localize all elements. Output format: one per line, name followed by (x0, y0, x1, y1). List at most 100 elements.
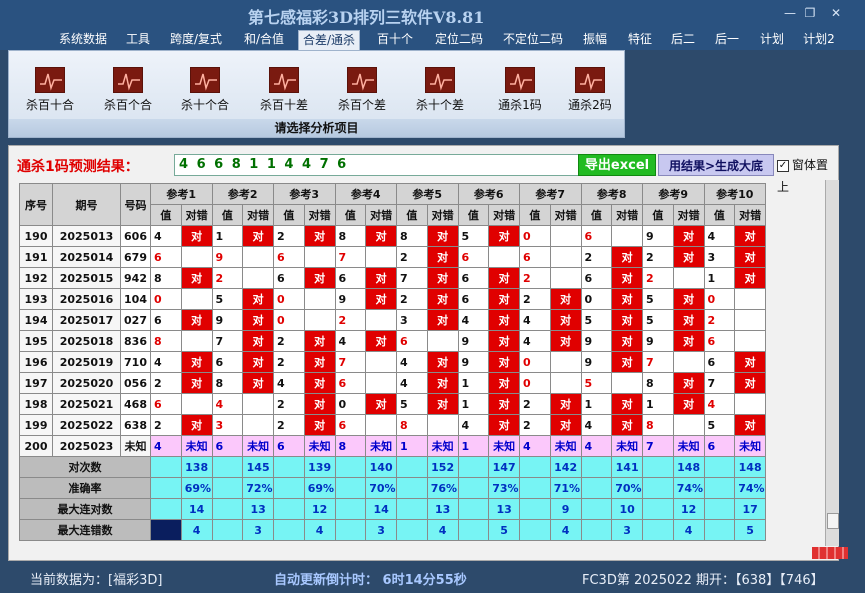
row-number: 468 (120, 393, 151, 415)
ref-value: 1 (703, 267, 736, 289)
ref-value: 2 (519, 414, 551, 436)
stat-spacer (457, 519, 490, 541)
row-period: 2025021 (52, 393, 121, 415)
ref-result: 对 (426, 309, 459, 331)
pin-window-checkbox[interactable]: ✓ 窗体置上 (777, 154, 838, 194)
check-icon[interactable]: ✓ (777, 159, 789, 172)
stat-value: 147 (488, 456, 520, 478)
menu-item[interactable]: 工具 (121, 30, 155, 50)
ref-result: 对 (672, 225, 705, 247)
row-index: 197 (19, 372, 53, 394)
ribbon-button[interactable]: 杀十个差 (409, 65, 471, 117)
ref-result: 对 (488, 225, 520, 247)
ribbon-button[interactable]: 杀百个合 (97, 65, 159, 117)
stat-spacer (703, 456, 736, 478)
ref-result: 对 (365, 393, 397, 415)
stat-spacer (519, 498, 551, 520)
row-number: 710 (120, 351, 151, 373)
ref-value: 1 (396, 435, 428, 457)
stat-value: 5 (734, 519, 766, 541)
col-period-header: 期号 (52, 183, 121, 226)
menu-item[interactable]: 计划2 (799, 30, 839, 50)
table-row[interactable]: 193 2025016 104 0 5 对 0 9 对 2 对 6 对 2 对 0 对 5 对 0 (19, 288, 766, 310)
row-index: 198 (19, 393, 53, 415)
table-row[interactable]: 190 2025013 606 4 对 1 对 2 对 8 对 8 对 5 对 0 6 9 对 4 对 (19, 225, 766, 247)
row-period: 2025019 (52, 351, 121, 373)
ref-result: 对 (426, 372, 459, 394)
row-number: 942 (120, 267, 151, 289)
table-row[interactable]: 198 2025021 468 6 4 2 对 0 对 5 对 1 对 2 对 1 对 1 对 4 (19, 393, 766, 415)
stat-value: 72% (242, 477, 274, 499)
table-row[interactable]: 197 2025020 056 2 对 8 对 4 对 6 4 对 1 对 0 5 8 对 7 对 (19, 372, 766, 394)
menu-item[interactable]: 后二 (667, 30, 699, 50)
ref-result (672, 267, 705, 289)
table-row[interactable]: 196 2025019 710 4 对 6 对 2 对 7 4 对 9 对 0 9 对 7 6 对 (19, 351, 766, 373)
table-row[interactable]: 194 2025017 027 6 对 9 对 0 2 3 对 4 对 4 对 5 对 5 对 2 (19, 309, 766, 331)
result-value-field[interactable]: 4 6 6 8 1 1 4 4 7 6 (174, 154, 580, 176)
menu-item[interactable]: 百十个 (374, 30, 416, 50)
ref-value: 6 (334, 267, 367, 289)
stat-spacer (642, 498, 674, 520)
minimize-button[interactable]: — (782, 6, 798, 20)
stat-spacer (519, 519, 551, 541)
ribbon-button[interactable]: 杀百十合 (19, 65, 81, 117)
menu-item[interactable]: 计划 (755, 30, 789, 50)
table-row[interactable]: 191 2025014 679 6 9 6 7 2 对 6 6 2 对 2 对 3 对 (19, 246, 766, 268)
row-period: 2025014 (52, 246, 121, 268)
menu-item[interactable]: 跨度/复式 (166, 30, 226, 50)
menu-item[interactable]: 合差/通杀 (298, 30, 360, 50)
stat-spacer (334, 498, 367, 520)
ref-result (180, 288, 213, 310)
ribbon-caption: 请选择分析项目 (9, 119, 624, 137)
table-row[interactable]: 195 2025018 836 8 7 对 2 对 4 对 6 9 对 4 对 9 对 9 对 6 (19, 330, 766, 352)
table-row[interactable]: 199 2025022 638 2 对 3 2 对 6 8 4 对 2 对 4 对 8 5 对 (19, 414, 766, 436)
ref-value: 7 (396, 267, 428, 289)
ref-value: 6 (150, 309, 182, 331)
export-excel-button[interactable]: 导出excel (578, 154, 656, 176)
menu-item[interactable]: 振幅 (578, 30, 612, 50)
menu-item[interactable]: 特征 (623, 30, 657, 50)
restore-button[interactable]: ❐ (802, 6, 818, 20)
generate-base-button[interactable]: 用结果>生成大底 (658, 154, 774, 176)
stat-value: 140 (365, 456, 397, 478)
ribbon-button[interactable]: 通杀2码 (559, 65, 621, 117)
menu-item[interactable]: 不定位二码 (498, 30, 568, 50)
menu-item[interactable]: 系统数据 (54, 30, 112, 50)
vertical-scrollbar[interactable] (825, 180, 839, 546)
ribbon-button[interactable]: 杀百十差 (253, 65, 315, 117)
ref-value: 2 (519, 288, 551, 310)
ref-result (734, 288, 766, 310)
table-row[interactable]: 192 2025015 942 8 对 2 6 对 6 对 7 对 6 对 2 6 对 2 1 对 (19, 267, 766, 289)
ribbon-button[interactable]: 杀十个合 (174, 65, 236, 117)
menu-item[interactable]: 后一 (711, 30, 743, 50)
ref-value: 0 (580, 288, 613, 310)
row-period: 2025023 (52, 435, 121, 457)
ribbon-button-label: 杀百个差 (337, 98, 386, 112)
ref-value: 2 (273, 393, 305, 415)
menu-item[interactable]: 定位二码 (430, 30, 488, 50)
stat-value: 12 (672, 498, 705, 520)
ref-value: 2 (334, 309, 367, 331)
ref-value: 4 (396, 372, 428, 394)
ribbon-button[interactable]: 杀百个差 (331, 65, 393, 117)
ref-result: 对 (488, 414, 520, 436)
ribbon-button[interactable]: 通杀1码 (489, 65, 551, 117)
stat-value: 4 (672, 519, 705, 541)
ref-result: 对 (303, 414, 336, 436)
table-row[interactable]: 200 2025023 未知 4 未知 6 未知 6 未知 8 未知 1 未知 1 未知 4 未知 4 未知 7 未知 6… (19, 435, 766, 457)
ref-value: 9 (211, 246, 244, 268)
scrollbar-thumb[interactable] (827, 513, 839, 529)
stat-spacer (150, 519, 182, 541)
stat-spacer (580, 477, 613, 499)
stat-value: 3 (365, 519, 397, 541)
sub-result-header: 对错 (365, 204, 397, 226)
ref-result (242, 267, 274, 289)
ref-result (734, 309, 766, 331)
menu-item[interactable]: 和/合值 (240, 30, 288, 50)
stat-value: 14 (365, 498, 397, 520)
ref-result (180, 393, 213, 415)
ref-value: 4 (150, 351, 182, 373)
analysis-chart-icon (505, 67, 535, 93)
close-button[interactable]: ✕ (828, 6, 844, 20)
row-index: 200 (19, 435, 53, 457)
